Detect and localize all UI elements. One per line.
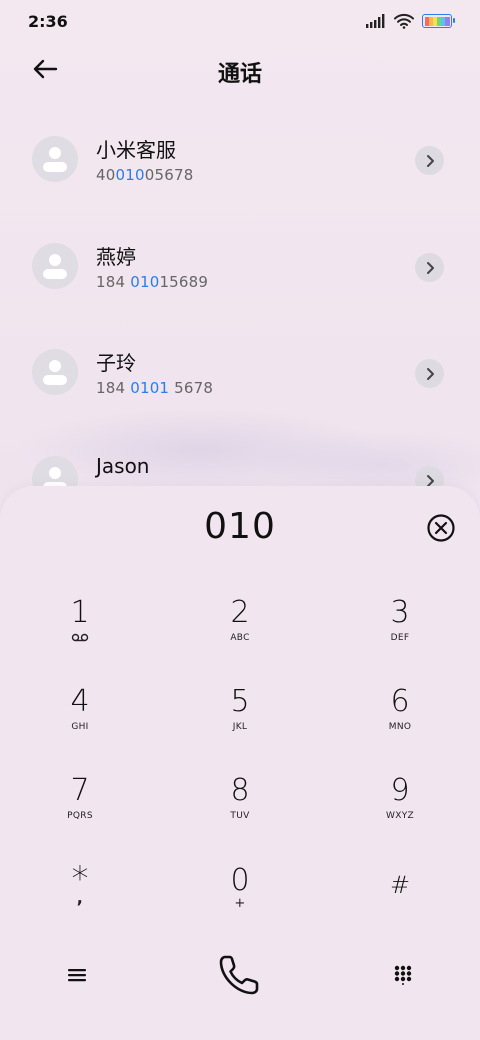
key-star[interactable]: * , [20,862,140,944]
contact-item[interactable]: 小米客服 4001005678 [0,110,480,206]
key-7[interactable]: 7 PQRS [20,774,140,854]
chevron-right-icon [426,261,434,274]
key-3[interactable]: 3 DEF [340,596,460,676]
contact-detail-button[interactable] [415,146,444,175]
contact-detail-button[interactable] [415,359,444,388]
keypad-icon [394,965,412,985]
key-1[interactable]: 1 [20,596,140,676]
voicemail-icon [71,633,89,642]
key-9[interactable]: 9 WXYZ [340,774,460,854]
contact-number: 4001005678 [96,166,194,184]
page-title: 通话 [217,62,262,87]
status-time: 2:36 [28,11,68,31]
contact-name: 子玲 [96,351,136,375]
avatar [32,349,78,395]
chevron-right-icon [426,154,434,167]
key-6[interactable]: 6 MNO [340,685,460,765]
contact-item[interactable]: 燕婷 184 01015689 [0,217,480,313]
header: 通话 [0,44,480,96]
dialed-number-input[interactable]: 010 [0,506,480,547]
key-0[interactable]: 0 + [180,864,300,944]
contact-number: 184 0101 5678 [96,379,214,397]
contact-detail-button[interactable] [415,253,444,282]
call-button[interactable] [210,948,270,1002]
keypad-toggle-button[interactable] [378,956,428,994]
clear-circle-x-icon [427,514,455,542]
key-8[interactable]: 8 TUV [180,774,300,854]
menu-icon [68,969,86,982]
status-icons [366,13,455,29]
signal-icon [366,14,385,28]
phone-icon [219,955,259,995]
match-highlight: 010 [115,166,145,184]
dialpad-sheet: 010 1 2 ABC 3 DEF 4 GHI 5 JKL 6 MNO 7 PQ… [0,486,480,1040]
contact-name: 小米客服 [96,138,176,162]
chevron-right-icon [426,367,434,380]
key-2[interactable]: 2 ABC [180,596,300,676]
battery-icon [422,14,455,28]
contact-number: 184 01015689 [96,273,209,291]
wifi-icon [394,13,414,29]
key-hash[interactable]: # [340,864,460,944]
match-highlight: 0101 [130,379,170,397]
menu-button[interactable] [52,956,102,994]
contact-name: 燕婷 [96,245,136,269]
contact-name: Jason [96,454,150,478]
status-bar: 2:36 [0,0,480,42]
clear-button[interactable] [426,513,456,543]
key-5[interactable]: 5 JKL [180,685,300,765]
avatar [32,136,78,182]
avatar [32,243,78,289]
match-highlight: 010 [130,273,160,291]
key-4[interactable]: 4 GHI [20,685,140,765]
contact-item[interactable]: 子玲 184 0101 5678 [0,323,480,419]
